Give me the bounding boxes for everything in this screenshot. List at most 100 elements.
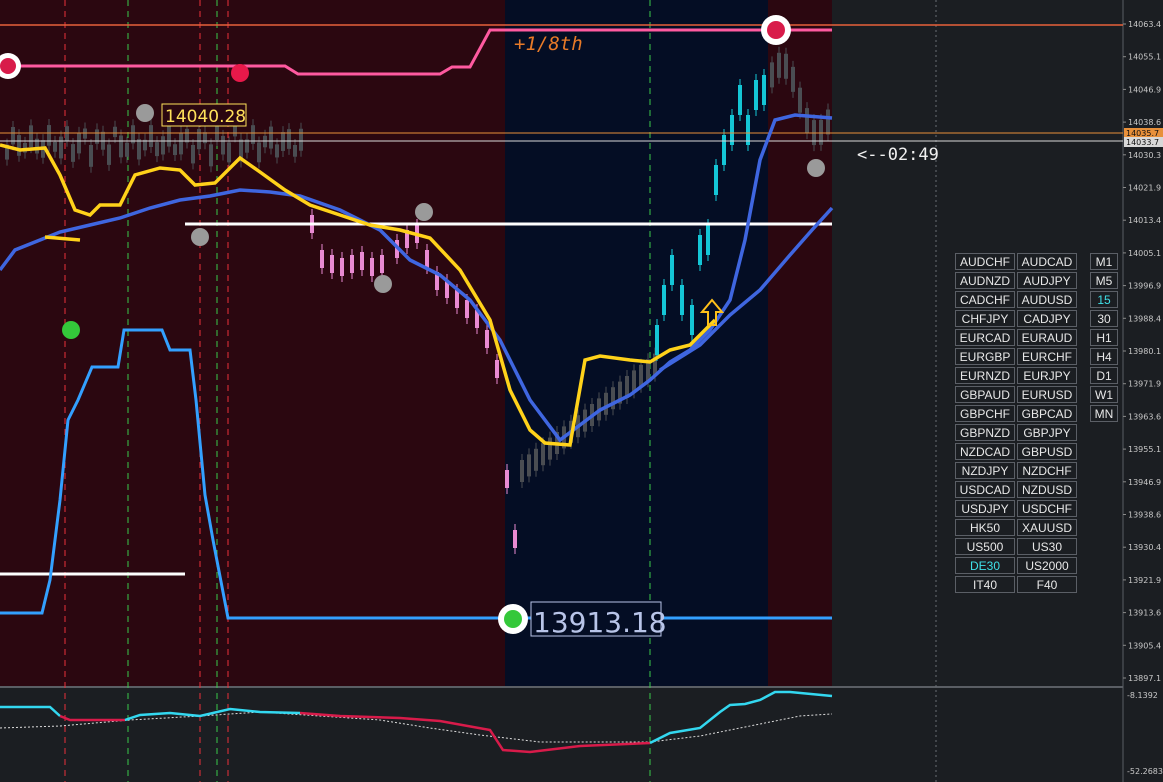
candle-body [179, 132, 183, 155]
candle-body [227, 142, 231, 163]
symbol-button-xauusd[interactable]: XAUUSD [1017, 519, 1077, 536]
candle-countdown: <--02:49 [857, 145, 939, 165]
symbol-button-audchf[interactable]: AUDCHF [955, 253, 1015, 270]
candle-body [455, 290, 459, 308]
symbol-button-hk50[interactable]: HK50 [955, 519, 1015, 536]
symbol-button-it40[interactable]: IT40 [955, 576, 1015, 593]
symbol-button-eurcad[interactable]: EURCAD [955, 329, 1015, 346]
symbol-button-eurchf[interactable]: EURCHF [1017, 348, 1077, 365]
candle-body [137, 139, 141, 160]
symbol-button-eurjpy[interactable]: EURJPY [1017, 367, 1077, 384]
candle-body [83, 128, 87, 139]
candle-body [639, 364, 643, 387]
pivot-marker-left-inner [0, 58, 16, 74]
symbol-button-eurnzd[interactable]: EURNZD [955, 367, 1015, 384]
symbol-button-usdjpy[interactable]: USDJPY [955, 500, 1015, 517]
oscillator-bottom-value: -52.2683 [1127, 767, 1163, 776]
candle-body [155, 142, 159, 157]
candle-body [805, 108, 809, 134]
price-tick-label: 14055.1 [1128, 53, 1161, 62]
candle-body [722, 135, 726, 165]
symbol-button-gbpnzd[interactable]: GBPNZD [955, 424, 1015, 441]
symbol-button-de30[interactable]: DE30 [955, 557, 1015, 574]
timeframe-button-h1[interactable]: H1 [1090, 329, 1118, 346]
candle-body [293, 144, 297, 157]
timeframe-button-mn[interactable]: MN [1090, 405, 1118, 422]
candle-body [340, 258, 344, 276]
symbol-button-chfjpy[interactable]: CHFJPY [955, 310, 1015, 327]
candle-body [425, 250, 429, 268]
low-marker-inner [504, 610, 522, 628]
candle-body [738, 85, 742, 115]
symbol-button-nzdjpy[interactable]: NZDJPY [955, 462, 1015, 479]
symbol-button-audcad[interactable]: AUDCAD [1017, 253, 1077, 270]
symbol-button-gbpjpy[interactable]: GBPJPY [1017, 424, 1077, 441]
symbol-button-gbpusd[interactable]: GBPUSD [1017, 443, 1077, 460]
symbol-button-nzdcad[interactable]: NZDCAD [955, 443, 1015, 460]
symbol-button-euraud[interactable]: EURAUD [1017, 329, 1077, 346]
candle-body [706, 225, 710, 255]
price-tick-label: 13955.1 [1128, 445, 1161, 454]
symbol-button-cadchf[interactable]: CADCHF [955, 291, 1015, 308]
candle-body [203, 132, 207, 144]
candle-body [269, 126, 273, 149]
symbol-button-usdchf[interactable]: USDCHF [1017, 500, 1077, 517]
symbol-button-usdcad[interactable]: USDCAD [955, 481, 1015, 498]
symbol-button-nzdusd[interactable]: NZDUSD [1017, 481, 1077, 498]
candle-body [714, 165, 718, 195]
candle-body [541, 443, 545, 466]
gray-dot-1 [136, 104, 154, 122]
symbol-button-f40[interactable]: F40 [1017, 576, 1077, 593]
symbol-button-eurgbp[interactable]: EURGBP [955, 348, 1015, 365]
candle-body [29, 125, 33, 148]
session-zone-blue [505, 0, 768, 686]
candle-body [527, 454, 531, 477]
symbol-button-us500[interactable]: US500 [955, 538, 1015, 555]
symbol-button-cadjpy[interactable]: CADJPY [1017, 310, 1077, 327]
candle-body [209, 144, 213, 167]
timeframe-button-m5[interactable]: M5 [1090, 272, 1118, 289]
price-tick-label: 13980.1 [1128, 347, 1161, 356]
symbol-button-gbpchf[interactable]: GBPCHF [955, 405, 1015, 422]
timeframe-button-h4[interactable]: H4 [1090, 348, 1118, 365]
candle-body [690, 305, 694, 335]
candle-body [167, 126, 171, 147]
candle-body [59, 136, 63, 159]
ask-price-tag-text: 14035.7 [1126, 129, 1159, 138]
symbol-button-audusd[interactable]: AUDUSD [1017, 291, 1077, 308]
candle-body [380, 255, 384, 273]
symbol-button-audnzd[interactable]: AUDNZD [955, 272, 1015, 289]
timeframe-button-d1[interactable]: D1 [1090, 367, 1118, 384]
price-tick-label: 14038.6 [1128, 118, 1161, 127]
timeframe-button-30[interactable]: 30 [1090, 310, 1118, 327]
symbol-button-gbpaud[interactable]: GBPAUD [955, 386, 1015, 403]
symbol-button-gbpcad[interactable]: GBPCAD [1017, 405, 1077, 422]
symbol-button-us30[interactable]: US30 [1017, 538, 1077, 555]
symbol-button-us2000[interactable]: US2000 [1017, 557, 1077, 574]
gray-dot-5 [807, 159, 825, 177]
price-tick-label: 13913.6 [1128, 609, 1161, 618]
symbol-button-audjpy[interactable]: AUDJPY [1017, 272, 1077, 289]
timeframe-button-m1[interactable]: M1 [1090, 253, 1118, 270]
timeframe-button-15[interactable]: 15 [1090, 291, 1118, 308]
candle-body [107, 144, 111, 165]
price-axis-ticks: 14063.4 14055.1 14046.9 14038.6 14030.3 14021… [1123, 20, 1161, 683]
candle-body [370, 258, 374, 276]
candle-body [495, 360, 499, 378]
candle-body [11, 126, 15, 145]
candle-body [77, 132, 81, 154]
bid-price-tag-text: 14033.7 [1126, 138, 1159, 147]
symbol-button-eurusd[interactable]: EURUSD [1017, 386, 1077, 403]
candle-body [670, 255, 674, 285]
candle-body [185, 128, 189, 143]
candle-body [513, 530, 517, 548]
candle-body [520, 460, 524, 482]
candle-body [655, 325, 659, 355]
candle-body [465, 300, 469, 318]
timeframe-button-w1[interactable]: W1 [1090, 386, 1118, 403]
candle-body [197, 129, 201, 150]
candle-body [263, 135, 267, 148]
candle-body [548, 437, 552, 460]
symbol-button-nzdchf[interactable]: NZDCHF [1017, 462, 1077, 479]
price-tick-label: 13963.6 [1128, 412, 1161, 421]
